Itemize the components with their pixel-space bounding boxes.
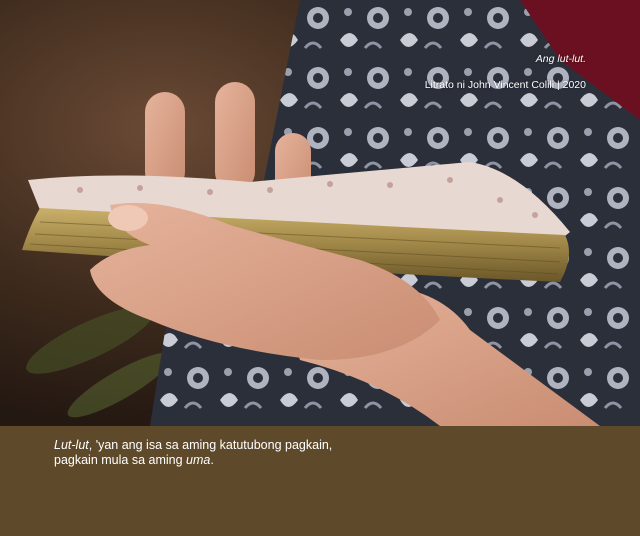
- uma-italic: uma: [186, 453, 211, 467]
- caption-title: Ang lut-lut.: [535, 53, 586, 65]
- description-line-1-rest: , 'yan ang isa sa aming katutubong pagka…: [88, 438, 333, 452]
- description-line-2: pagkain mula sa aming uma.: [54, 453, 614, 468]
- caption-credit: Litrato ni John Vincent Colili | 2020: [424, 79, 586, 91]
- description-text: Lut-lut, 'yan ang isa sa aming katutubon…: [54, 438, 614, 468]
- page: Ang lut-lut. Litrato ni John Vincent Col…: [0, 0, 640, 536]
- photo-caption: Ang lut-lut. Litrato ni John Vincent Col…: [425, 52, 586, 92]
- description-line-1: Lut-lut, 'yan ang isa sa aming katutubon…: [54, 438, 614, 453]
- description-line-2-text: pagkain mula sa aming: [54, 453, 187, 467]
- description-band: Lut-lut, 'yan ang isa sa aming katutubon…: [0, 426, 640, 536]
- food-name-italic: Lut-lut: [54, 438, 89, 452]
- description-line-2-end: .: [210, 453, 214, 467]
